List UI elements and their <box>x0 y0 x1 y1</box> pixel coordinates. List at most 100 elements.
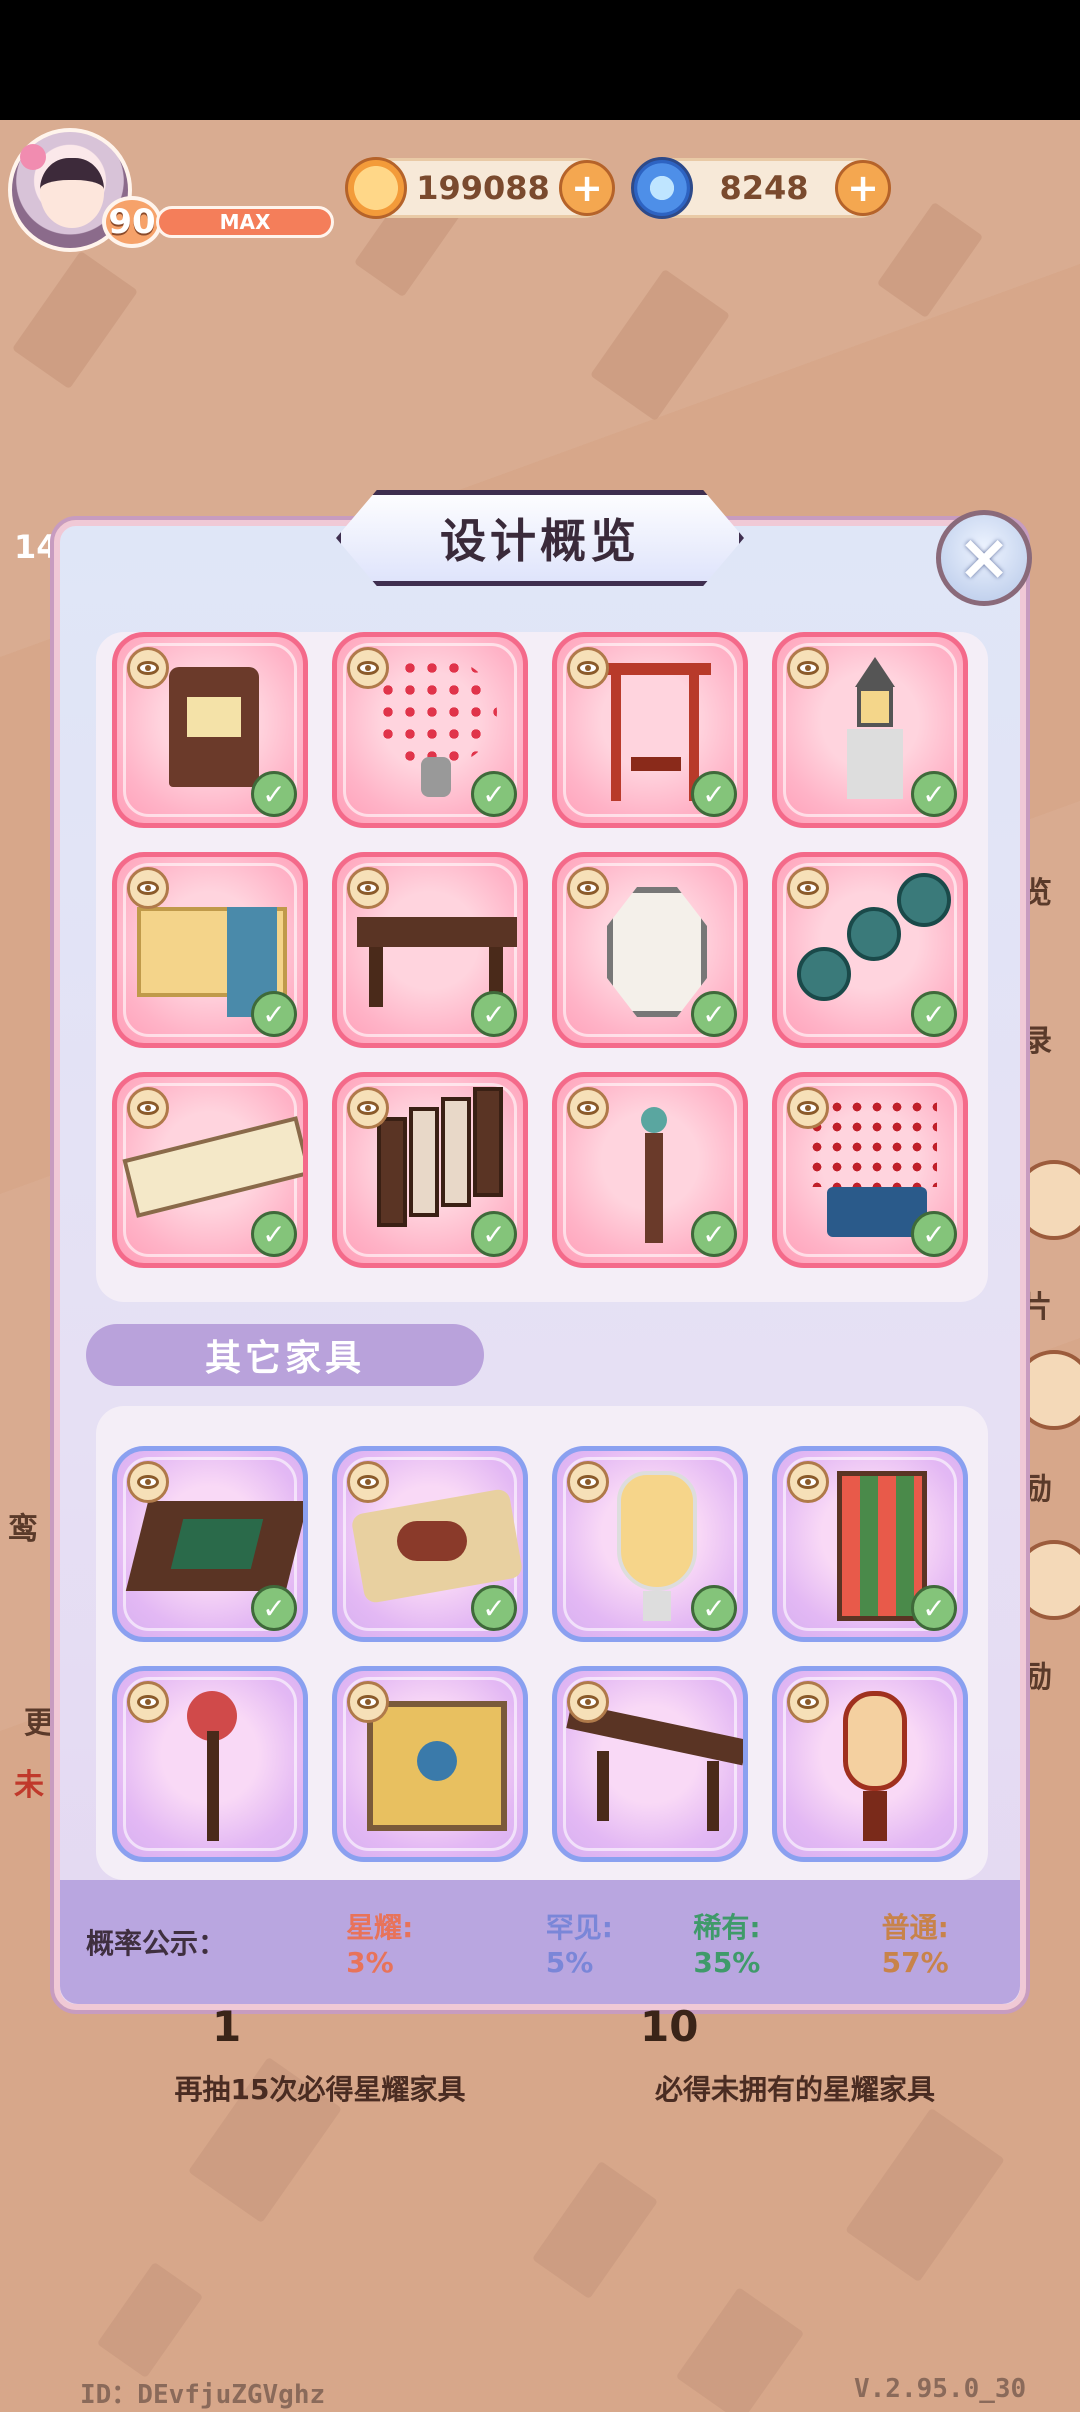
furniture-card-red-plum-pot[interactable]: ✓ <box>772 1072 968 1268</box>
eye-icon[interactable] <box>127 647 169 689</box>
check-icon: ✓ <box>251 771 297 817</box>
furniture-card-meat-platter[interactable]: ✓ <box>332 1446 528 1642</box>
furniture-card-stone-lantern[interactable]: ✓ <box>772 632 968 828</box>
furniture-card-plum-blossom-bonsai[interactable]: ✓ <box>332 632 528 828</box>
furniture-card-carved-armchair[interactable]: ✓ <box>112 632 308 828</box>
furniture-card-jade-round-windows[interactable]: ✓ <box>772 852 968 1048</box>
check-icon: ✓ <box>911 1211 957 1257</box>
furniture-card-octagon-window-painting[interactable]: ✓ <box>552 852 748 1048</box>
furniture-card-tile-wall-panel[interactable]: ✓ <box>772 1446 968 1642</box>
item-art <box>377 1117 407 1227</box>
item-art <box>617 1471 697 1591</box>
check-icon: ✓ <box>691 991 737 1037</box>
furniture-card-fruit-drink-jar[interactable]: ✓ <box>552 1446 748 1642</box>
check-icon: ✓ <box>251 991 297 1037</box>
bg-partial-number: 14 <box>14 528 59 566</box>
single-draw-count[interactable]: 1 <box>212 2002 241 2051</box>
eye-icon[interactable] <box>127 1087 169 1129</box>
status-bar <box>0 0 1080 120</box>
item-art <box>421 757 451 797</box>
eye-icon[interactable] <box>347 1461 389 1503</box>
level-status: MAX <box>156 206 334 238</box>
add-coin-button[interactable]: + <box>559 160 615 216</box>
ten-draw-count[interactable]: 10 <box>640 2002 698 2051</box>
probability-label: 概率公示： <box>86 1927 227 1960</box>
check-icon: ✓ <box>691 1211 737 1257</box>
furniture-card-incense-stand[interactable]: ✓ <box>552 1072 748 1268</box>
check-icon: ✓ <box>911 771 957 817</box>
furniture-card-red-palace-lantern[interactable] <box>772 1666 968 1862</box>
eye-icon[interactable] <box>567 1461 609 1503</box>
bg-partial-label: 励 <box>1022 1472 1052 1507</box>
eye-icon[interactable] <box>567 647 609 689</box>
furniture-card-wooden-zither[interactable]: ✓ <box>112 1072 308 1268</box>
modal-title-banner: 设计概览 <box>336 490 744 586</box>
featured-grid: ✓ ✓ ✓ ✓ ✓ ✓ ✓ ✓ ✓ ✓ ✓ ✓ <box>112 632 968 1268</box>
furniture-card-green-game-board[interactable]: ✓ <box>112 1446 308 1642</box>
eye-icon[interactable] <box>347 1087 389 1129</box>
item-art <box>897 873 951 927</box>
bg-partial-label: 片 <box>1022 1290 1052 1325</box>
version-label: V.2.95.0_30 <box>854 2374 1027 2404</box>
single-draw-hint: 再抽15次必得星耀家具 <box>174 2073 466 2106</box>
item-art <box>473 1087 503 1197</box>
bg-partial-label: 更 <box>24 1706 54 1741</box>
eye-icon[interactable] <box>567 867 609 909</box>
item-art <box>170 1519 264 1569</box>
eye-icon[interactable] <box>787 1087 829 1129</box>
item-art <box>597 1751 609 1821</box>
eye-icon[interactable] <box>127 1461 169 1503</box>
item-art <box>122 1116 303 1218</box>
item-art <box>631 757 681 771</box>
eye-icon[interactable] <box>347 867 389 909</box>
furniture-card-folded-quilt-bed[interactable]: ✓ <box>112 852 308 1048</box>
eye-icon[interactable] <box>787 867 829 909</box>
eye-icon[interactable] <box>567 1087 609 1129</box>
item-art <box>855 657 895 687</box>
close-button[interactable]: × <box>936 510 1032 606</box>
furniture-card-red-swing[interactable]: ✓ <box>552 632 748 828</box>
eye-icon[interactable] <box>347 1681 389 1723</box>
coin-counter: 199088 + <box>345 157 615 219</box>
item-art <box>863 1791 887 1841</box>
probability-uncommon: 稀有: 35% <box>693 1910 761 1979</box>
item-art <box>847 729 903 799</box>
eye-icon[interactable] <box>127 1681 169 1723</box>
item-art <box>607 887 707 1017</box>
section-other-tab: 其它家具 <box>86 1324 484 1386</box>
check-icon: ✓ <box>911 991 957 1037</box>
bg-partial-label: 未 <box>14 1768 44 1803</box>
probability-common: 普通: 57% <box>881 1910 949 1979</box>
eye-icon[interactable] <box>127 867 169 909</box>
furniture-card-long-wooden-table[interactable]: ✓ <box>332 852 528 1048</box>
add-gem-button[interactable]: + <box>835 160 891 216</box>
furniture-card-dragon-gate-screen[interactable] <box>332 1666 528 1862</box>
item-art <box>417 1741 457 1781</box>
furniture-card-narrow-bench[interactable] <box>552 1666 748 1862</box>
check-icon: ✓ <box>471 1585 517 1631</box>
probability-bar: 概率公示： 星耀: 3% 罕见: 5% 稀有: 35% 普通: 57% <box>60 1880 1020 2004</box>
eye-icon[interactable] <box>787 647 829 689</box>
player-id: ID：DEvfjuZGVghz <box>80 2380 326 2410</box>
item-art <box>357 917 517 947</box>
item-art <box>843 1691 907 1791</box>
check-icon: ✓ <box>691 771 737 817</box>
bg-partial-label: 览 <box>1022 876 1052 911</box>
eye-icon[interactable] <box>787 1461 829 1503</box>
other-grid: ✓ ✓ ✓ ✓ <box>112 1446 968 1862</box>
item-art <box>397 1521 467 1561</box>
furniture-card-flower-lamp-stand[interactable] <box>112 1666 308 1862</box>
item-art <box>797 947 851 1001</box>
eye-icon[interactable] <box>347 647 389 689</box>
modal-title: 设计概览 <box>440 514 640 568</box>
item-art <box>187 697 241 737</box>
item-art <box>847 907 901 961</box>
level-badge: 90 <box>102 196 162 248</box>
eye-icon[interactable] <box>567 1681 609 1723</box>
coin-icon <box>345 157 407 219</box>
eye-icon[interactable] <box>787 1681 829 1723</box>
furniture-card-painted-folding-screen[interactable]: ✓ <box>332 1072 528 1268</box>
item-art <box>645 1133 663 1243</box>
item-art <box>441 1097 471 1207</box>
item-art <box>707 1761 719 1831</box>
